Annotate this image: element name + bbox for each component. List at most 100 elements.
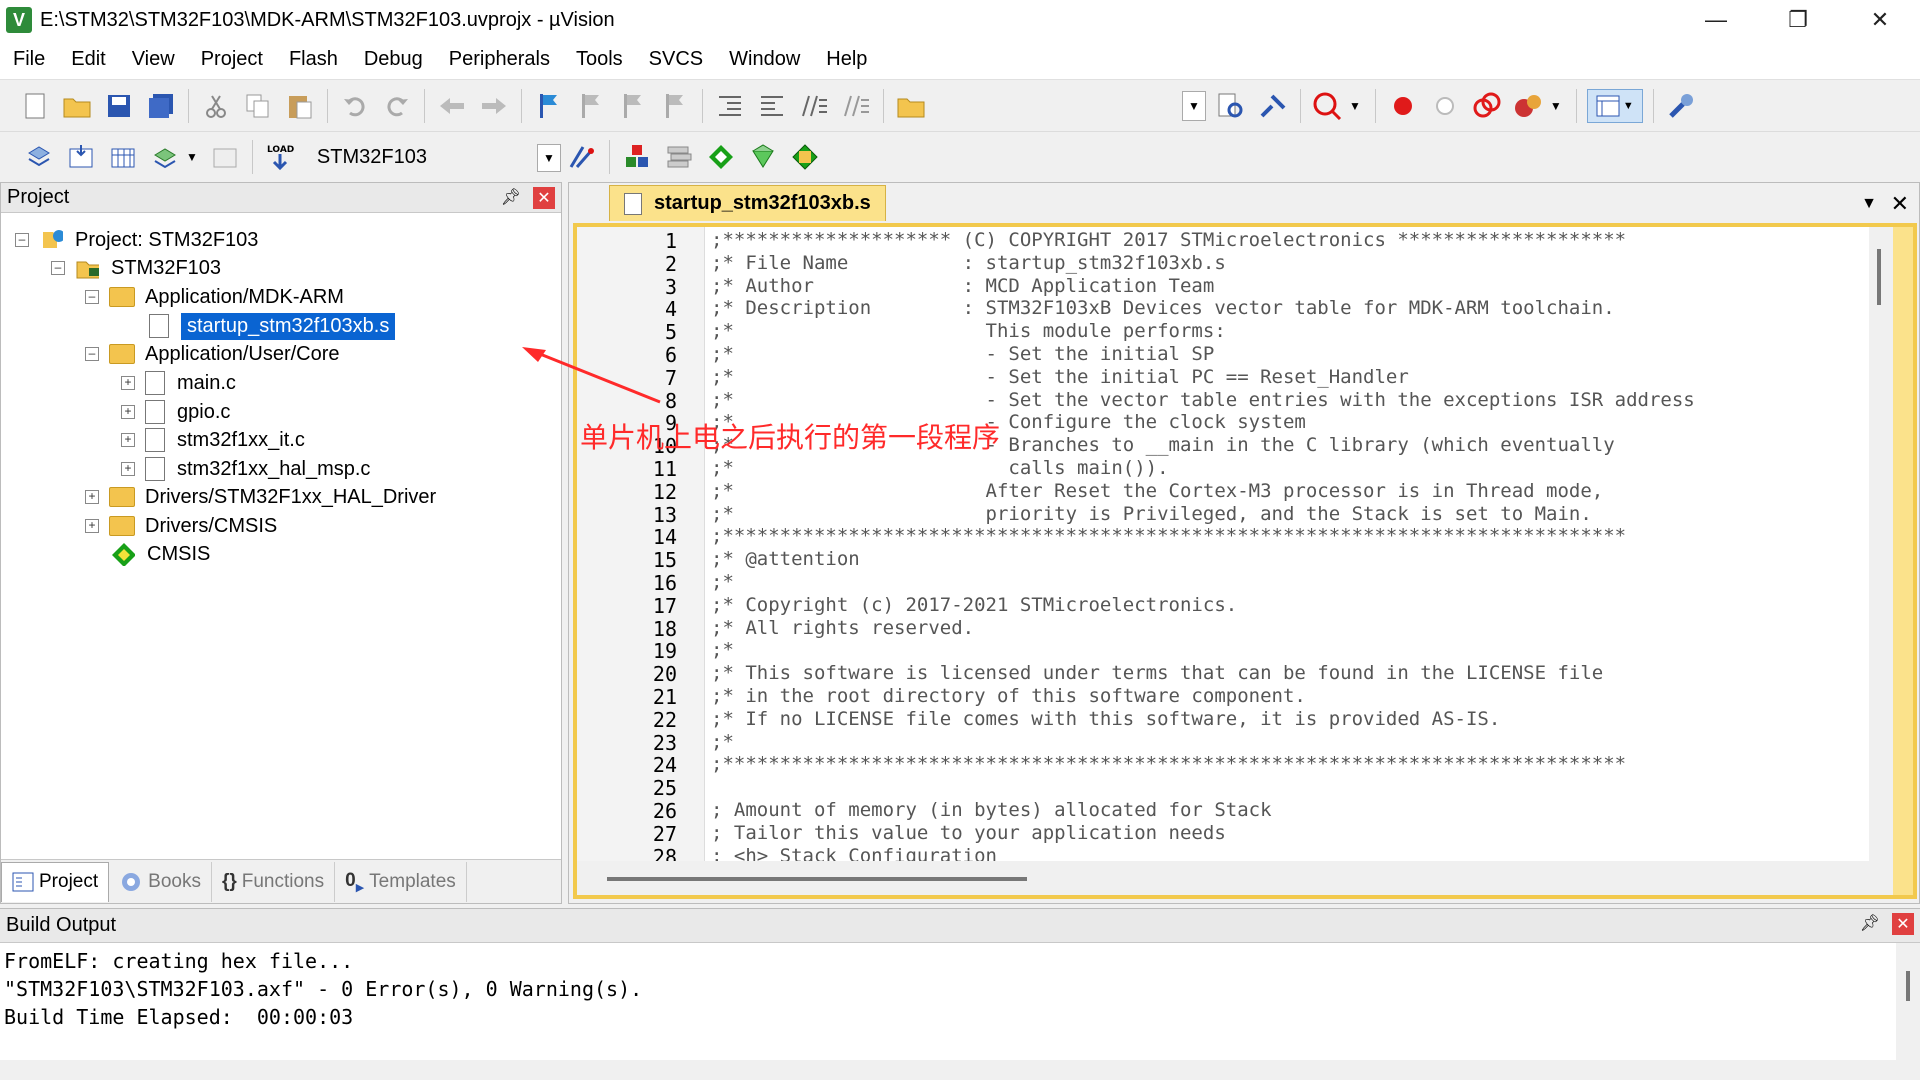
manage-rte-icon[interactable] <box>704 140 738 174</box>
pack-installer-icon[interactable] <box>746 140 780 174</box>
tab-templates[interactable]: 0▶ Templates <box>335 861 467 902</box>
indent-icon[interactable] <box>713 89 747 123</box>
line-number: 5 <box>664 320 677 345</box>
translate-icon[interactable] <box>22 140 56 174</box>
expand-icon[interactable]: + <box>85 519 99 533</box>
navigate-back-icon[interactable] <box>435 89 469 123</box>
menu-project[interactable]: Project <box>188 48 276 71</box>
line-number: 27 <box>652 821 677 846</box>
close-editor-icon[interactable]: ✕ <box>1891 191 1909 217</box>
horizontal-scrollbar[interactable] <box>0 1060 1920 1080</box>
menu-flash[interactable]: Flash <box>276 48 351 71</box>
expand-icon[interactable]: + <box>121 433 135 447</box>
menu-tools[interactable]: Tools <box>563 48 636 71</box>
paste-icon[interactable] <box>283 89 317 123</box>
close-window-button[interactable]: ✕ <box>1840 0 1920 40</box>
debug-dropdown-icon[interactable]: ▼ <box>1349 99 1361 113</box>
incremental-find-icon[interactable] <box>1256 89 1290 123</box>
batch-build-dropdown-icon[interactable]: ▼ <box>186 150 198 164</box>
toolbar-separator <box>702 88 703 123</box>
tab-list-dropdown-icon[interactable]: ▼ <box>1861 195 1877 213</box>
open-file-icon[interactable] <box>60 89 94 123</box>
kill-all-breakpoints-icon[interactable] <box>1512 89 1546 123</box>
scrollbar-thumb[interactable] <box>1906 971 1910 1001</box>
file-icon <box>145 371 165 395</box>
close-pane-icon[interactable]: ✕ <box>533 187 555 209</box>
folder-icon <box>109 344 135 364</box>
software-packs-icon[interactable] <box>788 140 822 174</box>
comment-icon[interactable] <box>797 89 831 123</box>
build-output-pane: Build Output 📌︎ ✕ FromELF: creating hex … <box>0 908 1920 1080</box>
find-dropdown[interactable]: ▼ <box>1182 90 1206 121</box>
expand-icon[interactable]: + <box>121 405 135 419</box>
horizontal-scrollbar[interactable] <box>577 861 1893 895</box>
insert-breakpoint-icon[interactable] <box>1386 89 1420 123</box>
new-file-icon[interactable] <box>18 89 52 123</box>
copy-icon[interactable] <box>241 89 275 123</box>
expand-icon[interactable]: + <box>121 376 135 390</box>
menu-window[interactable]: Window <box>716 48 813 71</box>
collapse-icon[interactable]: – <box>85 347 99 361</box>
tab-project[interactable]: Project <box>1 861 110 902</box>
clear-bookmarks-icon[interactable] <box>658 89 692 123</box>
restore-button[interactable]: ❐ <box>1758 0 1838 40</box>
select-packs-icon[interactable] <box>662 140 696 174</box>
expand-icon[interactable]: + <box>121 462 135 476</box>
enable-breakpoint-icon[interactable] <box>1428 89 1462 123</box>
menu-help[interactable]: Help <box>813 48 880 71</box>
menu-peripherals[interactable]: Peripherals <box>436 48 563 71</box>
menu-svcs[interactable]: SVCS <box>636 48 716 71</box>
uncomment-icon[interactable] <box>839 89 873 123</box>
target-select[interactable]: STM32F103 ▼ <box>311 140 561 174</box>
vertical-scrollbar[interactable] <box>1869 227 1893 861</box>
redo-icon[interactable] <box>380 89 414 123</box>
breakpoints-dropdown-icon[interactable]: ▼ <box>1550 99 1562 113</box>
stop-build-icon[interactable] <box>208 140 242 174</box>
bookmark-icon[interactable] <box>532 89 566 123</box>
next-bookmark-icon[interactable] <box>616 89 650 123</box>
expand-icon[interactable]: + <box>85 490 99 504</box>
editor-tab-startup[interactable]: startup_stm32f103xb.s <box>609 185 886 221</box>
menu-view[interactable]: View <box>119 48 188 71</box>
scrollbar-thumb[interactable] <box>1877 249 1881 305</box>
menu-edit[interactable]: Edit <box>58 48 118 71</box>
line-number: 23 <box>652 730 677 755</box>
pin-icon[interactable]: 📌︎ <box>1860 913 1880 933</box>
tree-item-cmsis-component[interactable]: CMSIS <box>111 537 210 571</box>
window-layout-icon[interactable]: ▼ <box>1586 88 1643 123</box>
collapse-icon[interactable]: – <box>15 233 29 247</box>
download-load-icon[interactable]: LOAD <box>263 140 297 174</box>
save-all-icon[interactable] <box>144 89 178 123</box>
vertical-scrollbar[interactable] <box>1896 943 1920 1063</box>
target-options-icon[interactable] <box>565 140 599 174</box>
build-icon[interactable] <box>64 140 98 174</box>
find-in-files-icon[interactable] <box>894 89 928 123</box>
collapse-icon[interactable]: – <box>51 261 65 275</box>
undo-icon[interactable] <box>338 89 372 123</box>
target-dropdown-icon[interactable]: ▼ <box>536 144 561 172</box>
unindent-icon[interactable] <box>755 89 789 123</box>
minimize-button[interactable]: — <box>1676 0 1756 40</box>
pin-icon[interactable]: 📌︎ <box>501 187 521 207</box>
prev-bookmark-icon[interactable] <box>574 89 608 123</box>
rebuild-icon[interactable] <box>106 140 140 174</box>
debug-session-icon[interactable] <box>1311 89 1345 123</box>
svg-text:LOAD: LOAD <box>267 145 294 155</box>
menu-debug[interactable]: Debug <box>351 48 436 71</box>
collapse-icon[interactable]: – <box>85 290 99 304</box>
close-pane-icon[interactable]: ✕ <box>1892 913 1914 935</box>
code-editor[interactable]: 1 2 3 4 5 6 7 8 9 10 11 12 13 14 15 16 17 18 19 20 21 22 23 24 2… <box>577 227 1893 861</box>
menu-file[interactable]: File <box>0 48 58 71</box>
find-icon[interactable] <box>1214 89 1248 123</box>
disable-all-breakpoints-icon[interactable] <box>1470 89 1504 123</box>
save-icon[interactable] <box>102 89 136 123</box>
manage-project-items-icon[interactable] <box>620 140 654 174</box>
scrollbar-thumb[interactable] <box>607 877 1027 881</box>
batch-build-icon[interactable] <box>148 140 182 174</box>
configure-icon[interactable] <box>1664 89 1698 123</box>
tab-books[interactable]: Books <box>109 861 212 902</box>
cut-icon[interactable] <box>199 89 233 123</box>
navigate-forward-icon[interactable] <box>477 89 511 123</box>
tab-functions[interactable]: {} Functions <box>212 861 336 902</box>
standard-toolbar: ▼ ▼ ▼ ▼ <box>0 80 1920 132</box>
